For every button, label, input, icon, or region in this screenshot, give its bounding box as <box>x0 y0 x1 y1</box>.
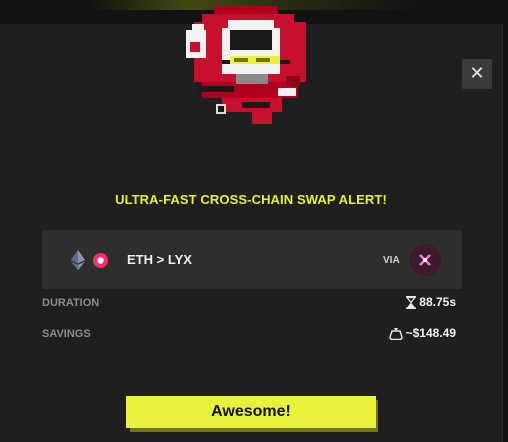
swap-route-card: ETH > LYX VIA <box>42 230 462 289</box>
hourglass-icon <box>406 295 417 309</box>
duration-value: 88.75s <box>419 295 456 309</box>
savings-value: ~$148.49 <box>405 326 456 340</box>
ethereum-icon <box>71 250 85 270</box>
via-label: VIA <box>383 255 400 266</box>
pixel-mascot-icon <box>186 6 306 124</box>
awesome-button-wrap: Awesome! <box>126 396 378 432</box>
page-backdrop: ✕ ULTRA-FAST CROSS-CHAIN SWAP ALERT! ETH… <box>0 0 508 442</box>
alert-title: ULTRA-FAST CROSS-CHAIN SWAP ALERT! <box>115 192 387 207</box>
duration-label: DURATION <box>42 297 100 309</box>
awesome-button[interactable]: Awesome! <box>126 396 376 428</box>
bridge-x-icon <box>409 244 441 276</box>
savings-label: SAVINGS <box>42 328 91 340</box>
lukso-icon <box>93 253 108 268</box>
swap-pair: ETH > LYX <box>127 252 192 267</box>
savings-value-group: ~$148.49 <box>388 326 456 340</box>
close-button[interactable]: ✕ <box>462 59 492 89</box>
money-bag-icon <box>388 327 403 340</box>
duration-value-group: 88.75s <box>406 295 456 309</box>
